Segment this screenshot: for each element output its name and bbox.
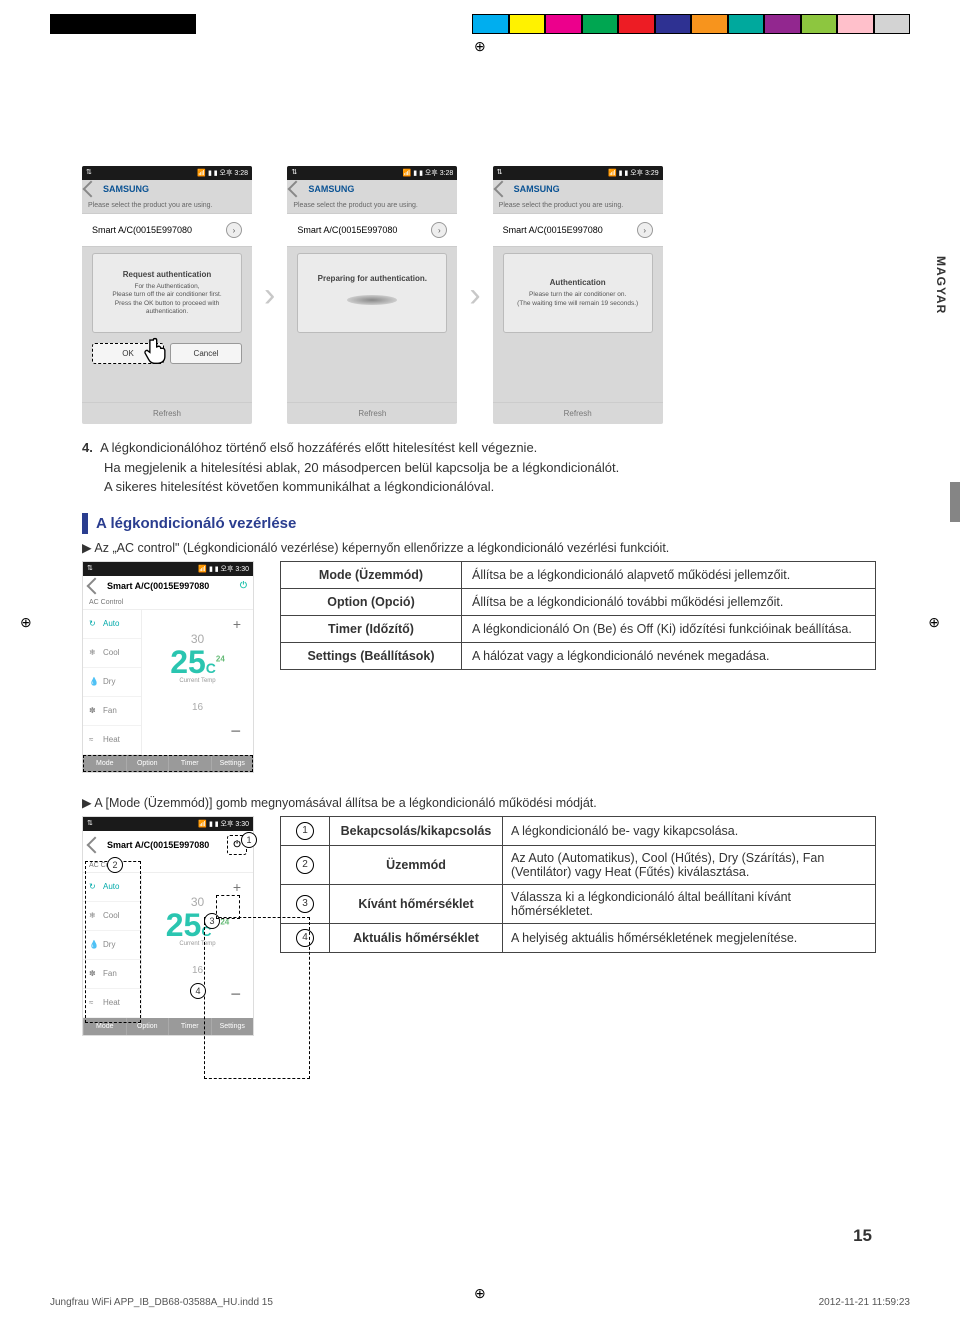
refresh-button[interactable]: Refresh xyxy=(82,402,252,424)
tab-mode[interactable]: Mode xyxy=(83,755,126,772)
mode-heat[interactable]: ≈Heat xyxy=(83,726,141,755)
bottom-tabs: Mode Option Timer Settings xyxy=(83,755,253,772)
callout-box-3 xyxy=(204,917,310,1079)
function-table: Mode (Üzemmód)Állítsa be a légkondicioná… xyxy=(280,561,876,670)
mode-list: ↻Auto ❄Cool 💧Dry ✽Fan ≈Heat xyxy=(83,610,142,755)
loading-icon xyxy=(347,295,397,305)
phone-screenshot-2: ⇅📶 ▮ ▮ 오후 3:28 SAMSUNG Please select the… xyxy=(287,166,457,424)
callout-box-2 xyxy=(85,861,141,1023)
callout-2: 2 xyxy=(107,857,123,873)
callout-1: 1 xyxy=(241,832,257,848)
mode-bullet: ▶ A [Mode (Üzemmód)] gomb megnyomásával … xyxy=(82,795,878,810)
cancel-button[interactable]: Cancel xyxy=(170,343,242,364)
mode-auto[interactable]: ↻Auto xyxy=(83,610,141,639)
temp-up-button[interactable]: + xyxy=(148,616,247,632)
control-bullet: ▶ Az „AC control" (Légkondicionáló vezér… xyxy=(82,540,878,555)
temp-down-button[interactable]: − xyxy=(148,721,247,742)
language-tab: MAGYAR xyxy=(934,256,948,314)
auth-modal-1: Request authentication For the Authentic… xyxy=(92,253,242,333)
status-left: ⇅ xyxy=(86,168,92,178)
chevron-right-icon[interactable]: › xyxy=(637,222,653,238)
main-temp: 25C24 xyxy=(148,646,247,678)
back-icon[interactable] xyxy=(87,577,104,594)
tab-settings[interactable]: Settings xyxy=(211,755,254,772)
page-number: 15 xyxy=(853,1226,872,1246)
auth-modal-3: Authentication Please turn the air condi… xyxy=(503,253,653,333)
phone-screenshot-1: ⇅📶 ▮ ▮ 오후 3:28 SAMSUNG Please select the… xyxy=(82,166,252,424)
callout-box-4 xyxy=(216,895,240,919)
back-icon[interactable] xyxy=(493,181,510,198)
authentication-screens-row: ⇅📶 ▮ ▮ 오후 3:28 SAMSUNG Please select the… xyxy=(82,166,878,424)
flow-arrow-icon: › xyxy=(469,276,480,315)
imposition-footer: Jungfrau WiFi APP_IB_DB68-03588A_HU.indd… xyxy=(50,1297,910,1308)
tab-timer[interactable]: Timer xyxy=(168,755,211,772)
reg-mark-right: ⊕ xyxy=(928,614,940,631)
mode-fan[interactable]: ✽Fan xyxy=(83,697,141,726)
back-icon[interactable] xyxy=(87,836,104,853)
chevron-right-icon[interactable]: › xyxy=(431,222,447,238)
ac-control-screenshot-1: ⇅📶 ▮ ▮ 오후 3:30 Smart A/C(0015E997080⏻ AC… xyxy=(82,561,254,773)
brand-label: SAMSUNG xyxy=(103,184,149,194)
callout-4: 4 xyxy=(190,983,206,999)
mode-dry[interactable]: 💧Dry xyxy=(83,668,141,697)
mode-list: 2 ↻Auto ❄Cool 💧Dry ✽Fan ≈Heat xyxy=(83,873,142,1018)
device-name: Smart A/C(0015E997080 xyxy=(92,225,192,235)
flow-arrow-icon: › xyxy=(264,276,275,315)
refresh-button[interactable]: Refresh xyxy=(493,402,663,424)
reg-mark-top: ⊕ xyxy=(474,38,486,55)
ok-button[interactable]: OK xyxy=(92,343,164,364)
mode-description-table: 1Bekapcsolás/kikapcsolásA légkondicionál… xyxy=(280,816,876,953)
back-icon[interactable] xyxy=(288,181,305,198)
step-4-instructions: 4. A légkondicionálóhoz történő első hoz… xyxy=(82,438,878,497)
temp-up-button[interactable]: + xyxy=(148,879,247,895)
ac-control-screenshot-2: ⇅📶 ▮ ▮ 오후 3:30 Smart A/C(0015E997080 ⏻ 1… xyxy=(82,816,254,1036)
mode-cool[interactable]: ❄Cool xyxy=(83,639,141,668)
reg-mark-left: ⊕ xyxy=(20,614,32,631)
tab-option[interactable]: Option xyxy=(126,755,169,772)
chevron-right-icon[interactable]: › xyxy=(226,222,242,238)
refresh-button[interactable]: Refresh xyxy=(287,402,457,424)
back-icon[interactable] xyxy=(83,181,100,198)
phone-screenshot-3: ⇅📶 ▮ ▮ 오후 3:29 SAMSUNG Please select the… xyxy=(493,166,663,424)
power-icon[interactable]: ⏻ xyxy=(240,580,247,591)
auth-modal-2: Preparing for authentication. xyxy=(297,253,447,333)
print-color-bar xyxy=(50,14,910,34)
thumb-index-stub xyxy=(950,482,960,522)
section-title-control: A légkondicionáló vezérlése xyxy=(96,513,296,534)
